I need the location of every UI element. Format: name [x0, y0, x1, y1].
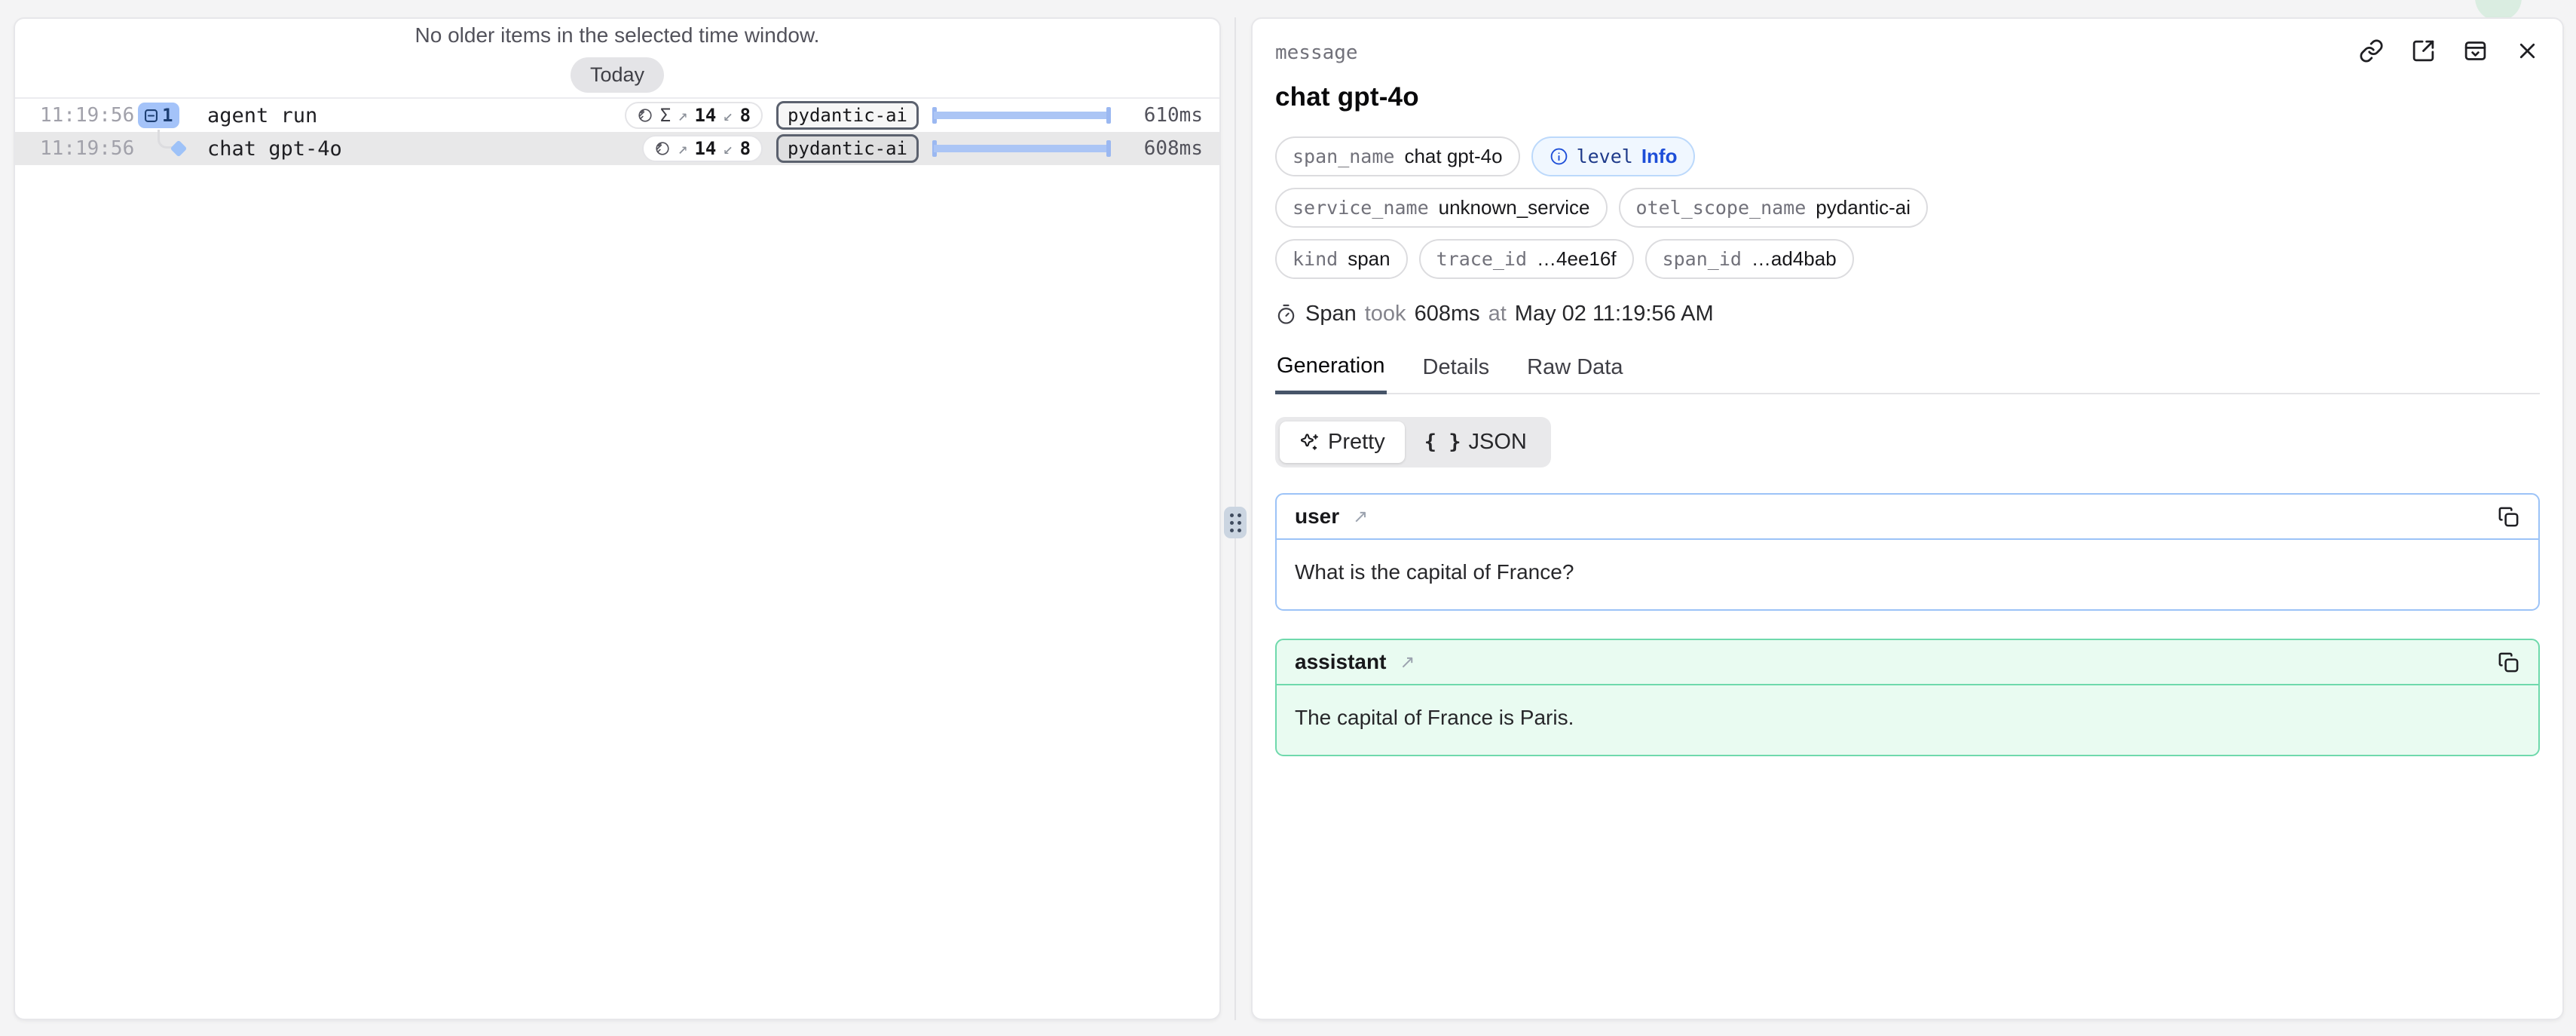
json-label: JSON [1469, 430, 1527, 455]
trace-row-chat-gpt-4o[interactable]: 11:19:56 chat gpt-4o ↗ 14 ↙ 8 pydantic-a… [15, 132, 1219, 165]
expand-message-button[interactable]: ↗ [1348, 505, 1372, 529]
sdk-tag: pydantic-ai [776, 101, 919, 130]
square-minus-icon [143, 108, 159, 124]
empty-notice: No older items in the selected time wind… [415, 23, 820, 48]
trace-viewer-screen: No older items in the selected time wind… [0, 0, 2576, 1036]
child-count: 1 [162, 105, 173, 126]
expand-message-button[interactable]: ↗ [1395, 651, 1419, 674]
copy-icon [2497, 505, 2520, 529]
tab-generation[interactable]: Generation [1275, 354, 1387, 394]
span-timing: Span took 608ms at May 02 11:19:56 AM [1275, 302, 2540, 326]
tokens-in-icon: ↗ [678, 106, 687, 125]
assistant-message-card: assistant ↗ The capital of France is Par… [1275, 639, 2540, 756]
coin-icon [637, 107, 653, 124]
row-timestamp: 11:19:56 [40, 137, 138, 160]
copy-message-button[interactable] [2497, 651, 2520, 674]
span-detail-panel: message [1251, 17, 2564, 1020]
timing-duration: 608ms [1415, 302, 1480, 326]
stopwatch-icon [1275, 303, 1297, 325]
row-timestamp: 11:19:56 [40, 104, 138, 127]
copy-icon [2497, 651, 2520, 674]
arrow-up-right-icon: ↗ [1353, 507, 1368, 527]
span-duration: 608ms [1124, 137, 1203, 160]
token-usage-pill: Σ ↗ 14 ↙ 8 [625, 102, 763, 129]
dock-panel-button[interactable] [2463, 38, 2488, 63]
attr-span-id: span_id …ad4bab [1645, 239, 1854, 279]
copy-message-button[interactable] [2497, 505, 2520, 529]
attr-otel-scope-name: otel_scope_name pydantic-ai [1619, 188, 1929, 228]
time-window-header: No older items in the selected time wind… [15, 19, 1219, 99]
message-content: The capital of France is Paris. [1277, 685, 2538, 755]
message-content: What is the capital of France? [1277, 540, 2538, 609]
span-label: agent run [207, 104, 317, 127]
grip-dots-icon [1230, 513, 1241, 532]
timing-took-word: took [1365, 302, 1406, 326]
timing-at-word: at [1488, 302, 1507, 326]
json-view-button[interactable]: { } JSON [1405, 421, 1547, 463]
row-metrics: ↗ 14 ↙ 8 pydantic-ai 608ms [642, 134, 1203, 163]
sum-icon: Σ [660, 105, 671, 126]
copy-link-button[interactable] [2359, 38, 2384, 63]
attr-trace-id: trace_id …4ee16f [1419, 239, 1634, 279]
message-header: user ↗ [1277, 495, 2538, 540]
token-usage-pill: ↗ 14 ↙ 8 [642, 135, 763, 162]
attr-kind: kind span [1275, 239, 1408, 279]
tokens-out-icon: ↙ [723, 139, 733, 158]
close-icon [2515, 38, 2540, 63]
tokens-in-count: 14 [694, 105, 716, 126]
tokens-in-icon: ↗ [678, 139, 687, 158]
pretty-label: Pretty [1328, 430, 1385, 455]
message-list: user ↗ What is the capital of France? as… [1275, 493, 2540, 756]
span-label: chat gpt-4o [207, 137, 342, 161]
view-mode-toggle: Pretty { } JSON [1275, 417, 1551, 467]
tree-cell [138, 132, 203, 165]
span-title: chat gpt-4o [1275, 82, 2540, 112]
trace-list-panel: No older items in the selected time wind… [14, 17, 1221, 1020]
tab-details[interactable]: Details [1421, 354, 1491, 393]
arrow-up-right-icon: ↗ [1400, 652, 1415, 673]
message-role: user [1295, 504, 1339, 529]
attribute-badges: span_name chat gpt-4o level Info service… [1275, 136, 2540, 279]
timeline-bar [932, 105, 1111, 126]
timing-timestamp: May 02 11:19:56 AM [1515, 302, 1714, 326]
tree-connector-line [158, 130, 173, 149]
trace-row-agent-run[interactable]: 11:19:56 1 agent run Σ ↗ 14 [15, 99, 1219, 132]
attr-service-name: service_name unknown_service [1275, 188, 1608, 228]
panel-resize-handle[interactable] [1224, 507, 1247, 538]
detail-actions [2359, 38, 2540, 63]
tokens-out-count: 8 [740, 105, 751, 126]
timeline-bar [932, 138, 1111, 159]
timing-span-word: Span [1305, 302, 1357, 326]
message-header: assistant ↗ [1277, 640, 2538, 685]
tab-raw-data[interactable]: Raw Data [1525, 354, 1624, 393]
sparkles-icon [1299, 432, 1320, 453]
tokens-out-count: 8 [740, 138, 751, 159]
external-link-icon [2411, 38, 2436, 63]
braces-icon: { } [1424, 431, 1461, 454]
tree-cell: 1 [138, 99, 203, 132]
user-message-card: user ↗ What is the capital of France? [1275, 493, 2540, 611]
collapse-badge[interactable]: 1 [138, 103, 179, 128]
today-button[interactable]: Today [571, 57, 664, 93]
level-badge: level Info [1531, 136, 1696, 176]
span-duration: 610ms [1124, 104, 1203, 127]
dock-bottom-icon [2463, 38, 2488, 63]
link-icon [2359, 38, 2384, 63]
detail-tabs: Generation Details Raw Data [1275, 354, 2540, 394]
tokens-in-count: 14 [694, 138, 716, 159]
span-kind-label: message [1275, 38, 1358, 64]
info-icon [1550, 147, 1568, 166]
close-panel-button[interactable] [2515, 38, 2540, 63]
coin-icon [654, 140, 671, 157]
sdk-tag: pydantic-ai [776, 134, 919, 163]
detail-header: message [1275, 38, 2540, 64]
tokens-out-icon: ↙ [723, 106, 733, 125]
message-role: assistant [1295, 650, 1386, 674]
pretty-view-button[interactable]: Pretty [1280, 421, 1405, 463]
attr-span-name: span_name chat gpt-4o [1275, 136, 1520, 176]
span-diamond-icon [170, 140, 188, 158]
row-metrics: Σ ↗ 14 ↙ 8 pydantic-ai 610ms [625, 101, 1203, 130]
open-in-new-button[interactable] [2411, 38, 2436, 63]
